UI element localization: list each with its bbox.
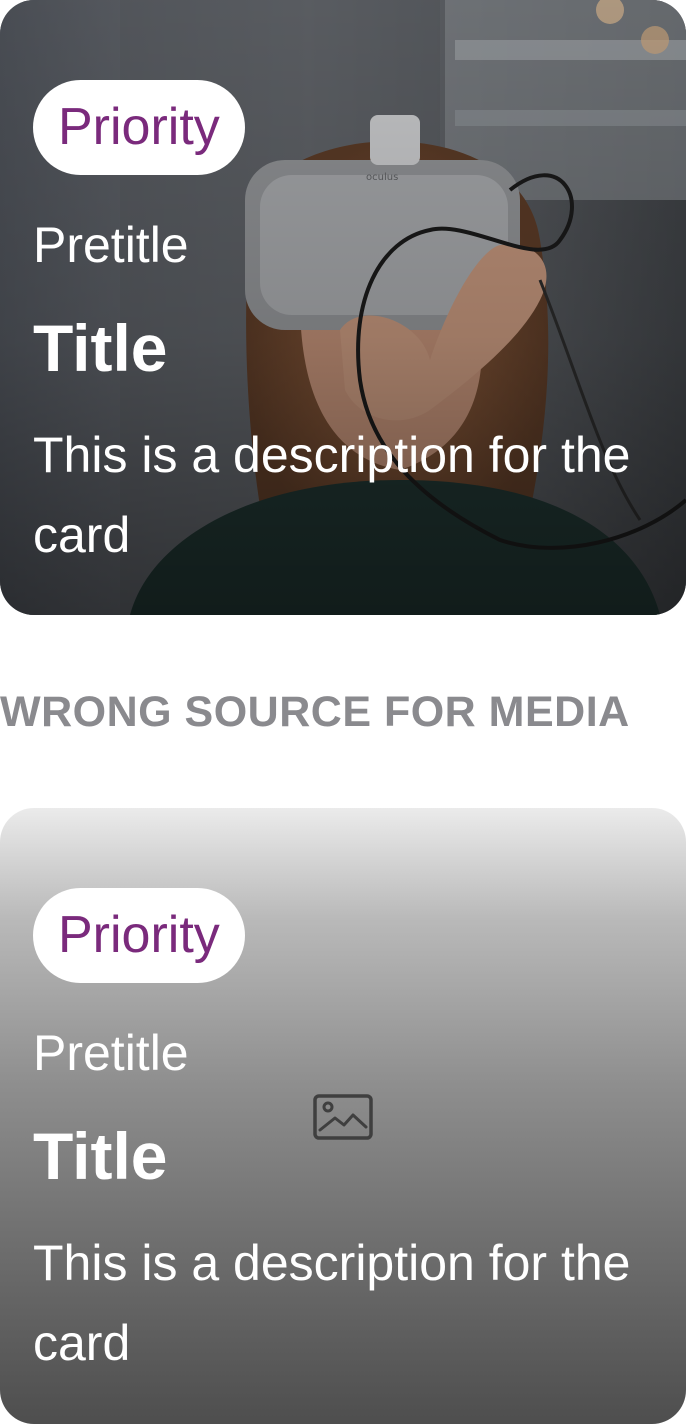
card-content: Priority Pretitle Title This is a descri… bbox=[33, 888, 646, 1383]
card-description: This is a description for the card bbox=[33, 1235, 631, 1371]
card-pretitle: Pretitle bbox=[33, 217, 189, 273]
priority-badge: Priority bbox=[33, 80, 245, 175]
card-title: Title bbox=[33, 1119, 168, 1193]
media-card-fallback[interactable]: Priority Pretitle Title This is a descri… bbox=[0, 808, 686, 1424]
card-title: Title bbox=[33, 311, 168, 385]
card-pretitle: Pretitle bbox=[33, 1025, 189, 1081]
media-card[interactable]: oculus Priority Pretitle Title This is a… bbox=[0, 0, 686, 615]
card-content: Priority Pretitle Title This is a descri… bbox=[33, 80, 646, 575]
priority-badge: Priority bbox=[33, 888, 245, 983]
section-label: WRONG SOURCE FOR MEDIA bbox=[0, 688, 630, 736]
card-description: This is a description for the card bbox=[33, 427, 631, 563]
